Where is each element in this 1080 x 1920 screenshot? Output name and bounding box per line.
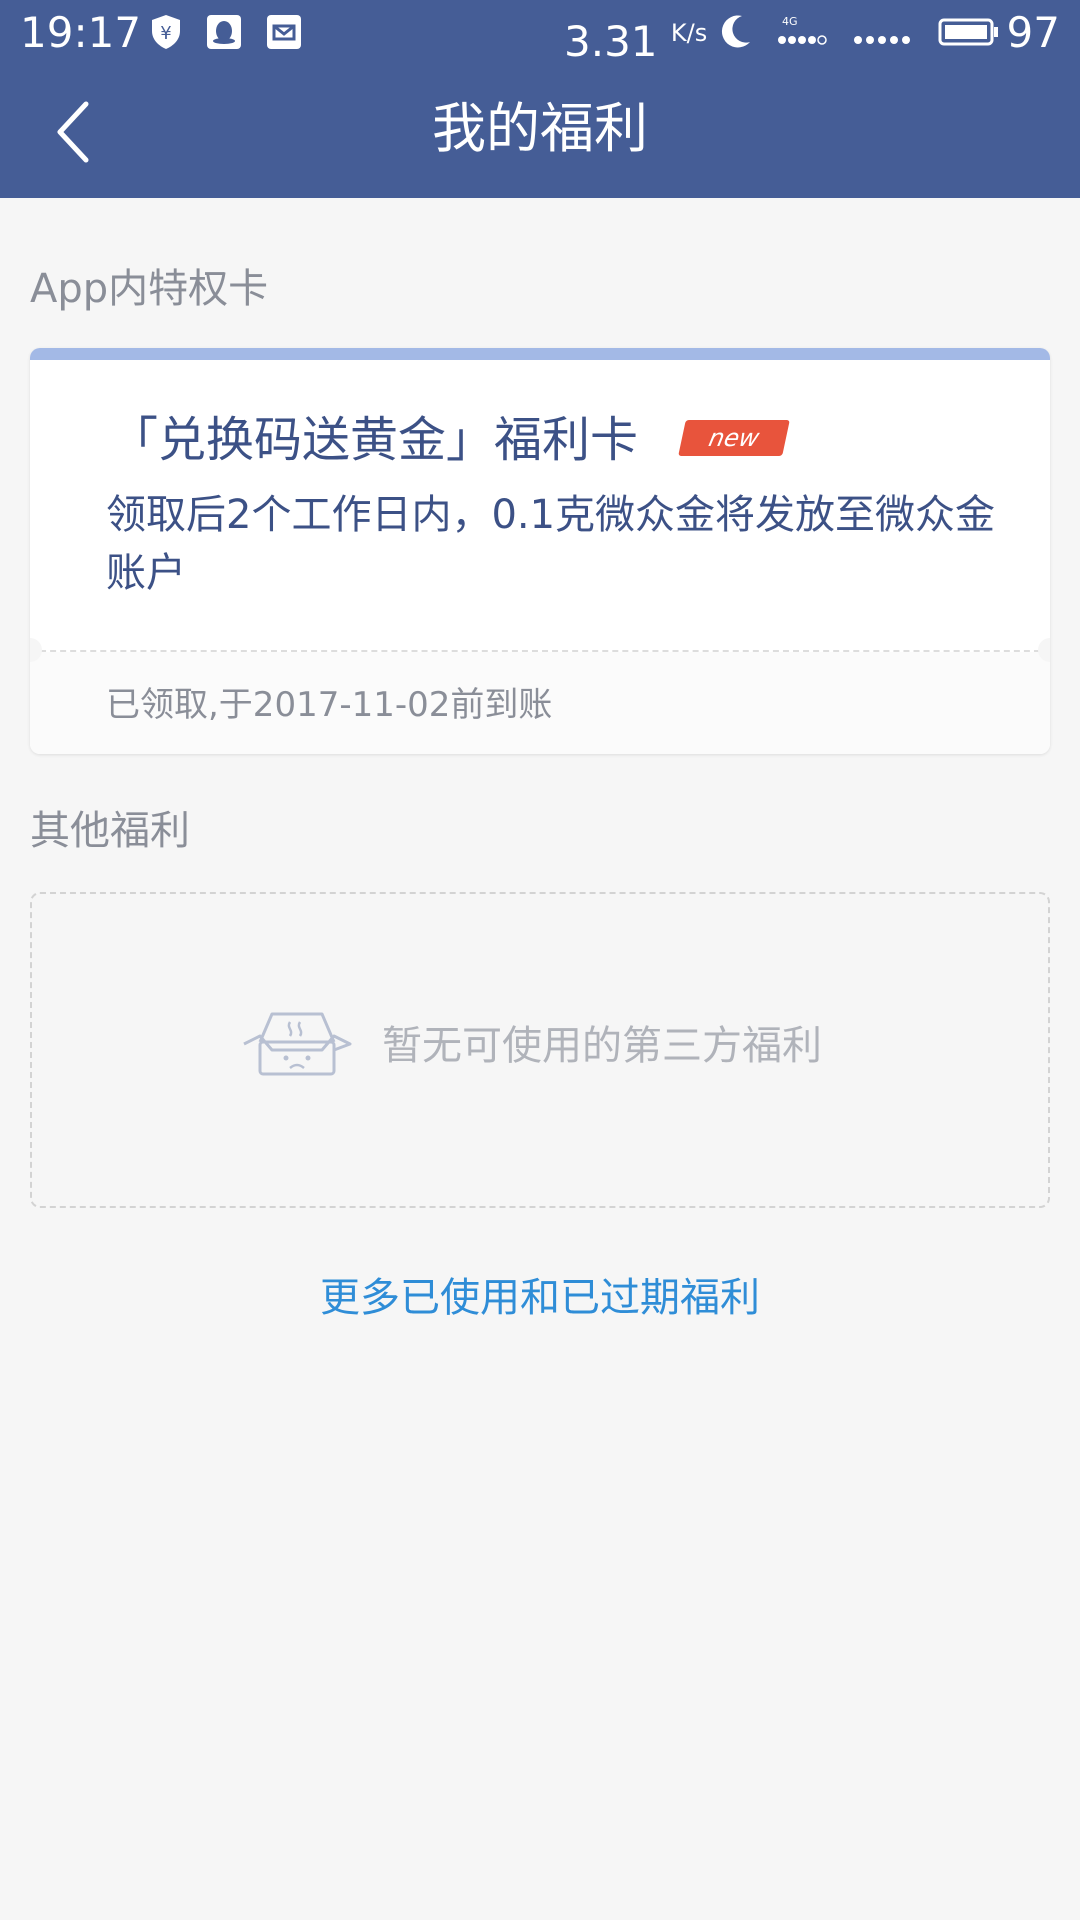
page-title: 我的福利	[432, 97, 648, 160]
section-title-other: 其他福利	[30, 808, 190, 854]
card-title: 「兑换码送黄金」福利卡	[110, 412, 639, 468]
empty-state: 暂无可使用的第三方福利	[242, 1006, 822, 1078]
card-description: 领取后2个工作日内，0.1克微众金将发放至微众金账户	[106, 492, 996, 596]
battery-level: 97	[1006, 8, 1060, 57]
signal-4g-icon: 4G	[776, 12, 836, 52]
card-divider	[30, 650, 1050, 652]
empty-state-box: 暂无可使用的第三方福利	[30, 892, 1050, 1208]
empty-state-text: 暂无可使用的第三方福利	[382, 1023, 822, 1069]
network-speed: 3.31 K/s	[564, 17, 708, 66]
mail-app-icon	[264, 12, 304, 52]
signal-bars-icon	[852, 12, 916, 52]
moon-icon	[716, 12, 756, 52]
card-accent-bar	[30, 348, 1050, 360]
qq-icon	[204, 12, 244, 52]
card-status: 已领取,于2017-11-02前到账	[106, 685, 553, 725]
nav-bar: 我的福利	[0, 66, 1080, 198]
battery-icon	[938, 12, 1000, 52]
status-bar: 19:17 ¥ 3.31 K/s 4G 97	[0, 0, 1080, 66]
more-benefits-link[interactable]: 更多已使用和已过期福利	[0, 1270, 1080, 1326]
new-badge: new	[678, 420, 790, 456]
svg-text:¥: ¥	[160, 23, 171, 44]
network-type-label: 4G	[782, 15, 798, 28]
section-title-app-cards: App内特权卡	[30, 266, 269, 312]
benefit-card[interactable]: 「兑换码送黄金」福利卡 new 领取后2个工作日内，0.1克微众金将发放至微众金…	[30, 348, 1050, 754]
shield-yen-icon: ¥	[146, 12, 186, 52]
status-time: 19:17	[20, 8, 142, 57]
empty-box-icon	[243, 1012, 352, 1076]
